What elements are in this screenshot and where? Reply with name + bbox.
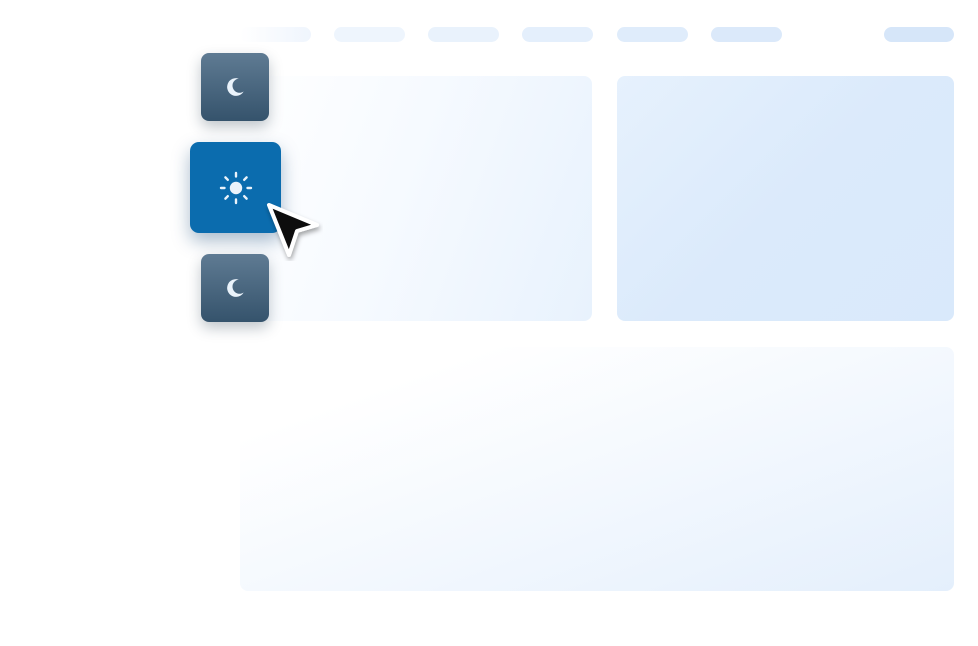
dark-mode-button-bottom[interactable] (201, 254, 269, 322)
nav-placeholder-1 (240, 27, 311, 42)
sun-icon (219, 171, 252, 204)
nav-placeholder-6 (711, 27, 782, 42)
nav-placeholder-action (884, 27, 954, 42)
light-mode-button[interactable] (190, 142, 281, 233)
moon-icon (227, 78, 244, 96)
content-panel-right (617, 76, 954, 321)
moon-icon (227, 279, 244, 297)
nav-placeholder-5 (617, 27, 688, 42)
dark-mode-button-top[interactable] (201, 53, 269, 121)
nav-placeholder-3 (428, 27, 499, 42)
content-panel-left (240, 76, 592, 321)
nav-placeholder-2 (334, 27, 405, 42)
content-panel-bottom (240, 347, 954, 591)
nav-placeholder-4 (522, 27, 593, 42)
app-screen (0, 0, 978, 646)
